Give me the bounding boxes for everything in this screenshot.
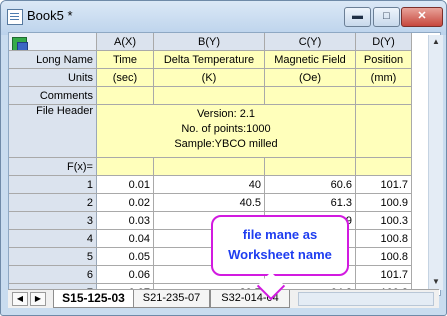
long-name-b[interactable]: Delta Temperature (153, 50, 265, 69)
row-header-comments[interactable]: Comments (9, 86, 97, 105)
callout-line-2: Worksheet name (228, 247, 332, 262)
cell-a[interactable]: 0.06 (96, 265, 154, 284)
file-header-cell[interactable]: Version: 2.1 No. of points:1000 Sample:Y… (96, 104, 356, 158)
column-header-b[interactable]: B(Y) (153, 33, 265, 51)
cell-c[interactable]: 60.6 (264, 175, 356, 194)
cell-a[interactable]: 0.01 (96, 175, 154, 194)
file-header-version: Version: 2.1 (196, 108, 256, 120)
comments-d[interactable] (355, 86, 412, 105)
fx-b[interactable] (153, 157, 265, 176)
units-d[interactable]: (mm) (355, 68, 412, 87)
cell-c[interactable]: 61.3 (264, 193, 356, 212)
annotation-callout: file mane as Worksheet name (211, 215, 349, 276)
table-row[interactable]: 1 0.01 40 60.6 101.7 (9, 175, 412, 194)
tab-s21-235-07[interactable]: S21-235-07 (133, 290, 210, 308)
scroll-up-arrow-icon[interactable]: ▲ (429, 35, 443, 49)
cell-d[interactable]: 101.7 (355, 265, 412, 284)
row-header-file-header[interactable]: File Header (9, 104, 97, 158)
units-c[interactable]: (Oe) (264, 68, 356, 87)
cell-d[interactable]: 100.9 (355, 193, 412, 212)
cell-a[interactable]: 0.04 (96, 229, 154, 248)
column-header-a[interactable]: A(X) (96, 33, 154, 51)
fx-a[interactable] (96, 157, 154, 176)
long-name-a[interactable]: Time (96, 50, 154, 69)
workbook-icon (7, 9, 23, 25)
file-header-sample: Sample:YBCO milled (174, 138, 278, 150)
comments-b[interactable] (153, 86, 265, 105)
sheet-tab-bar: ◀ ▶ S15-125-03 S21-235-07 S32-014-04 (8, 289, 439, 308)
column-header-c[interactable]: C(Y) (264, 33, 356, 51)
cell-b[interactable]: 40 (153, 175, 265, 194)
row-number[interactable]: 5 (9, 247, 97, 266)
tab-s15-125-03[interactable]: S15-125-03 (53, 290, 134, 308)
column-header-d[interactable]: D(Y) (355, 33, 412, 51)
cell-d[interactable]: 100.3 (355, 211, 412, 230)
cell-d[interactable]: 100.8 (355, 229, 412, 248)
cell-d[interactable]: 101.7 (355, 175, 412, 194)
fx-c[interactable] (264, 157, 356, 176)
cell-d[interactable]: 100.8 (355, 247, 412, 266)
units-a[interactable]: (sec) (96, 68, 154, 87)
worksheet-icon (12, 37, 28, 50)
row-number[interactable]: 6 (9, 265, 97, 284)
window-title: Book5 * (27, 8, 73, 23)
units-b[interactable]: (K) (153, 68, 265, 87)
row-number[interactable]: 2 (9, 193, 97, 212)
row-number[interactable]: 4 (9, 229, 97, 248)
minimize-button[interactable]: ▬ (344, 7, 371, 27)
previous-sheet-icon[interactable]: ◀ (12, 292, 28, 306)
file-header-d[interactable] (355, 104, 412, 158)
row-header-long-name[interactable]: Long Name (9, 50, 97, 69)
file-header-points: No. of points:1000 (181, 123, 271, 135)
close-button[interactable]: ✕ (401, 7, 443, 27)
fx-d[interactable] (355, 157, 412, 176)
row-header-fx[interactable]: F(x)= (9, 157, 97, 176)
long-name-c[interactable]: Magnetic Field (264, 50, 356, 69)
title-bar[interactable]: Book5 * ▬ □ ✕ (1, 1, 446, 35)
select-all-corner[interactable] (9, 33, 97, 51)
vertical-scrollbar[interactable]: ▲ ▼ (428, 35, 443, 290)
row-number[interactable]: 1 (9, 175, 97, 194)
long-name-d[interactable]: Position (355, 50, 412, 69)
horizontal-scrollbar[interactable] (298, 292, 434, 306)
cell-a[interactable]: 0.05 (96, 247, 154, 266)
cell-a[interactable]: 0.03 (96, 211, 154, 230)
row-header-units[interactable]: Units (9, 68, 97, 87)
comments-c[interactable] (264, 86, 356, 105)
callout-line-1: file mane as (242, 227, 318, 242)
scroll-down-arrow-icon[interactable]: ▼ (429, 275, 443, 289)
table-row[interactable]: 2 0.02 40.5 61.3 100.9 (9, 193, 412, 212)
cell-b[interactable]: 40.5 (153, 193, 265, 212)
comments-a[interactable] (96, 86, 154, 105)
cell-a[interactable]: 0.02 (96, 193, 154, 212)
next-sheet-icon[interactable]: ▶ (30, 292, 46, 306)
maximize-button[interactable]: □ (373, 7, 400, 27)
row-number[interactable]: 3 (9, 211, 97, 230)
